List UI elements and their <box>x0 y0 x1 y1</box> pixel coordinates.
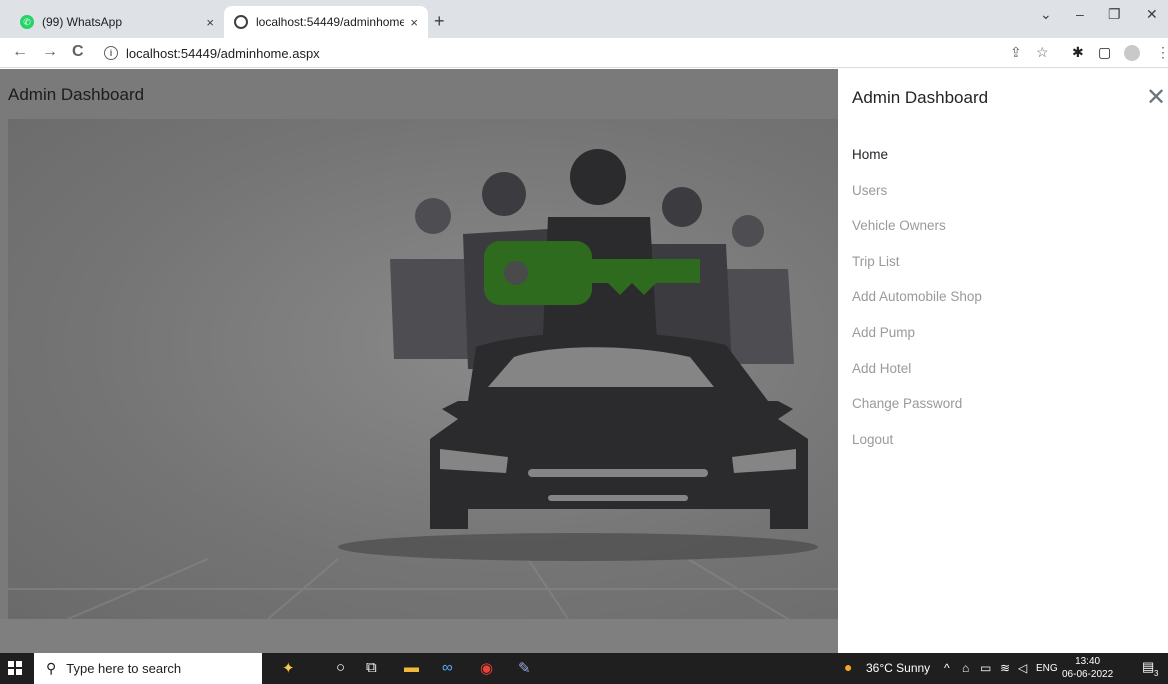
browser-toolbar: ← → C i localhost:54449/adminhome.aspx ⇪… <box>0 38 1168 68</box>
volume-icon[interactable]: ◁ <box>1018 661 1027 675</box>
language-indicator[interactable]: ENG <box>1036 663 1058 674</box>
offcanvas-sidebar: Admin Dashboard ✕ Home Users Vehicle Own… <box>838 69 1168 653</box>
minimize-icon[interactable]: – <box>1076 6 1084 22</box>
sidebar-item-add-pump[interactable]: Add Pump <box>852 325 982 361</box>
reload-icon[interactable]: C <box>72 43 84 61</box>
weather-sun-icon: ● <box>844 659 853 675</box>
menu-icon[interactable]: ⋮ <box>1156 44 1168 61</box>
sidebar-item-logout[interactable]: Logout <box>852 432 982 468</box>
taskbar-search[interactable]: ⚲ Type here to search <box>34 653 262 684</box>
sidebar-item-users[interactable]: Users <box>852 183 982 219</box>
clock-time: 13:40 <box>1075 656 1101 667</box>
whatsapp-icon: ✆ <box>20 15 34 29</box>
side-panel-icon[interactable]: ▢ <box>1098 44 1111 61</box>
notification-count: 3 <box>1154 669 1159 678</box>
address-bar[interactable]: i localhost:54449/adminhome.aspx <box>104 42 984 64</box>
sidebar-item-add-automobile-shop[interactable]: Add Automobile Shop <box>852 289 982 325</box>
tab-close-icon[interactable]: × <box>206 15 214 30</box>
task-view-icon[interactable]: ⧉ <box>366 659 377 676</box>
profile-avatar[interactable] <box>1124 45 1140 61</box>
file-explorer-icon[interactable]: ▬ <box>404 659 419 676</box>
forward-icon[interactable]: → <box>42 43 58 61</box>
sidebar-item-vehicle-owners[interactable]: Vehicle Owners <box>852 218 982 254</box>
close-icon[interactable]: ✕ <box>1146 83 1166 112</box>
infinity-app-icon[interactable]: ∞ <box>442 659 453 676</box>
globe-icon <box>234 15 248 29</box>
cortana-icon[interactable]: ○ <box>336 659 345 676</box>
sidebar-title: Admin Dashboard <box>852 88 989 107</box>
page: Admin Dashboard Admin Dashboard ✕ Home U… <box>0 69 1168 653</box>
paint-icon[interactable]: ✎ <box>518 659 531 677</box>
car-people-key-illustration <box>8 149 838 619</box>
hero-image <box>8 119 838 619</box>
sidebar-nav: Home Users Vehicle Owners Trip List Add … <box>852 147 982 467</box>
sidebar-item-home[interactable]: Home <box>852 147 982 183</box>
tab-close-icon[interactable]: × <box>410 15 418 30</box>
tab-adminhome[interactable]: localhost:54449/adminhome.asp × <box>224 6 428 38</box>
gifts-icon[interactable]: ✦ <box>282 659 295 677</box>
url-text: localhost:54449/adminhome.aspx <box>126 45 320 61</box>
system-clock[interactable]: 13:40 06-06-2022 <box>1062 655 1113 681</box>
tab-strip: ✆ (99) WhatsApp × localhost:54449/adminh… <box>0 0 1168 38</box>
show-hidden-icons-icon[interactable]: ^ <box>944 661 950 675</box>
share-icon[interactable]: ⇪ <box>1010 44 1022 61</box>
search-icon: ⚲ <box>46 660 57 676</box>
sidebar-item-add-hotel[interactable]: Add Hotel <box>852 361 982 397</box>
notification-icon[interactable]: ▤ <box>1142 659 1154 675</box>
taskbar: ⚲ Type here to search ✦ ○ ⧉ ▬ ∞ ◉ ✎ ● 36… <box>0 653 1168 684</box>
page-title: Admin Dashboard <box>8 85 145 104</box>
bookmark-star-icon[interactable]: ☆ <box>1036 44 1049 61</box>
clock-date: 06-06-2022 <box>1062 669 1114 680</box>
weather-text[interactable]: 36°C Sunny <box>866 661 930 675</box>
main-area: Admin Dashboard <box>0 69 838 653</box>
new-tab-button[interactable]: + <box>434 11 445 32</box>
main-footer <box>0 619 838 653</box>
windows-start-icon[interactable] <box>8 661 22 675</box>
tab-search-icon[interactable]: ⌄ <box>1040 6 1052 23</box>
sidebar-item-trip-list[interactable]: Trip List <box>852 254 982 290</box>
site-info-icon[interactable]: i <box>104 46 118 60</box>
window-close-icon[interactable]: ✕ <box>1146 6 1158 23</box>
battery-icon[interactable]: ▭ <box>980 661 991 675</box>
restore-icon[interactable]: ❐ <box>1108 6 1121 23</box>
search-placeholder: Type here to search <box>66 661 182 676</box>
sidebar-item-change-password[interactable]: Change Password <box>852 396 982 432</box>
extensions-icon[interactable]: ✱ <box>1072 44 1084 61</box>
wifi-icon[interactable]: ≋ <box>1000 661 1010 675</box>
tab-title: (99) WhatsApp <box>42 15 123 29</box>
main-header: Admin Dashboard <box>0 69 838 119</box>
tab-whatsapp[interactable]: ✆ (99) WhatsApp × <box>10 6 224 38</box>
chrome-icon[interactable]: ◉ <box>480 659 493 677</box>
tab-title: localhost:54449/adminhome.asp <box>256 15 405 29</box>
back-icon[interactable]: ← <box>12 43 28 61</box>
meet-icon[interactable]: ⌂ <box>962 661 969 675</box>
